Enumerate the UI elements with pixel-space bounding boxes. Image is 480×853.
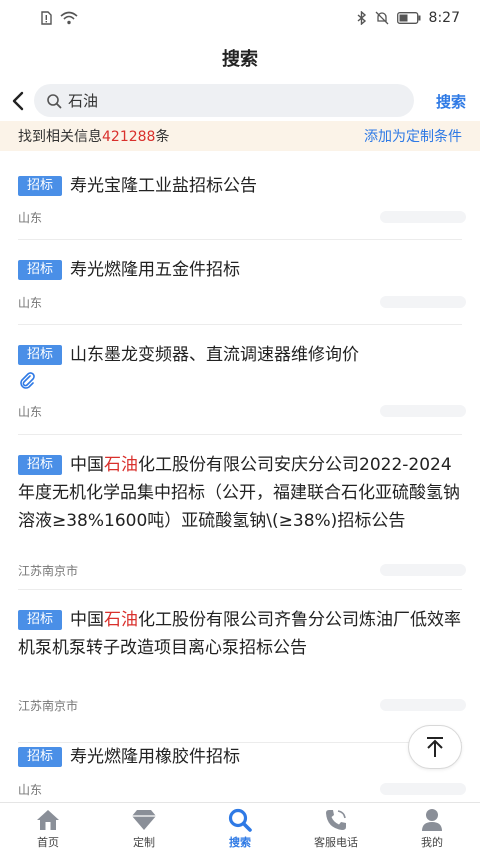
arrow-up-icon [427,737,443,757]
search-icon [47,93,62,108]
tab-label: 首页 [37,836,59,849]
item-title-text: 中国 [70,610,105,630]
status-left [40,11,78,25]
item-date-placeholder [380,564,466,576]
bottom-tab-bar: 首页 定制 搜索 客服电话 我的 [0,802,480,853]
result-info-bar: 找到相关信息421288条 添加为定制条件 [0,121,480,151]
search-box[interactable] [34,84,414,117]
item-region: 山东 [18,211,43,225]
item-title-highlight: 石油 [104,610,139,630]
diamond-icon [131,808,157,832]
search-button[interactable]: 搜索 [436,91,466,112]
battery-icon [396,12,421,24]
list-item[interactable]: 招标 中国石油化工股份有限公司齐鲁分公司炼油厂低效率机泵机泵转子改造项目离心泵招标… [0,590,480,743]
item-title: 招标 中国石油化工股份有限公司齐鲁分公司炼油厂低效率机泵机泵转子改造项目离心泵招标… [18,590,462,662]
add-custom-condition-link[interactable]: 添加为定制条件 [364,126,462,146]
tab-profile[interactable]: 我的 [384,803,480,853]
item-title: 招标 寿光宝隆工业盐招标公告 [18,156,462,200]
item-date-placeholder [380,296,466,308]
tab-label: 我的 [421,836,443,849]
tab-custom[interactable]: 定制 [96,803,192,853]
item-title-text: 寿光宝隆工业盐招标公告 [70,176,258,196]
back-button[interactable] [2,83,34,119]
tab-home[interactable]: 首页 [0,803,96,853]
tab-phone[interactable]: 客服电话 [288,803,384,853]
phone-icon [323,808,349,832]
result-count: 找到相关信息421288条 [18,126,169,146]
item-region: 江苏南京市 [18,564,79,578]
item-title-highlight: 石油 [104,455,139,475]
list-item[interactable]: 招标 中国石油化工股份有限公司安庆分公司2022-2024年度无机化学品集中招标（… [0,435,480,590]
item-tag: 招标 [18,610,63,630]
scroll-to-top-button[interactable] [408,725,462,769]
paperclip-icon [20,372,35,389]
result-count-suffix: 条 [155,129,170,145]
item-date-placeholder [380,405,466,417]
item-tag: 招标 [18,176,63,196]
item-title-text: 山东墨龙变频器、直流调速器维修询价 [70,345,360,365]
item-title-text: 寿光燃隆用橡胶件招标 [70,747,241,767]
tab-label: 定制 [133,836,155,849]
wifi-icon [60,11,78,25]
item-date-placeholder [380,783,466,795]
item-title: 招标 中国石油化工股份有限公司安庆分公司2022-2024年度无机化学品集中招标（… [18,435,462,535]
result-count-number: 421288 [102,129,156,145]
tab-label: 搜索 [229,836,251,849]
item-title: 招标 寿光燃隆用橡胶件招标 [18,743,462,771]
mute-icon [375,11,389,25]
item-tag: 招标 [18,455,63,475]
item-tag: 招标 [18,747,63,767]
status-bar: 8:27 [0,0,480,36]
list-item[interactable]: 招标 寿光燃隆用五金件招标 山东 [0,240,480,325]
item-tag: 招标 [18,260,63,280]
chevron-left-icon [12,91,24,111]
tab-label: 客服电话 [314,836,358,849]
item-title-text: 中国 [70,455,105,475]
list-item[interactable]: 招标 寿光宝隆工业盐招标公告 山东 [0,156,480,240]
result-count-prefix: 找到相关信息 [18,129,102,145]
item-title: 招标 寿光燃隆用五金件招标 [18,240,462,284]
item-region: 山东 [18,296,43,310]
item-tag: 招标 [18,345,63,365]
tab-search[interactable]: 搜索 [192,803,288,853]
item-date-placeholder [380,211,466,223]
item-region: 山东 [18,405,43,419]
search-icon [227,808,253,832]
search-row: 搜索 [0,83,480,119]
item-date-placeholder [380,699,466,711]
item-region: 江苏南京市 [18,699,79,713]
item-region: 山东 [18,783,43,797]
status-right: 8:27 [357,10,460,26]
list-item[interactable]: 招标 山东墨龙变频器、直流调速器维修询价 山东 [0,325,480,435]
home-icon [35,808,61,832]
page-title: 搜索 [222,49,258,70]
bluetooth-icon [357,11,366,25]
user-icon [419,808,445,832]
sim-alert-icon [41,11,52,25]
item-title: 招标 山东墨龙变频器、直流调速器维修询价 [18,325,462,389]
search-input[interactable] [68,91,368,110]
status-time: 8:27 [428,10,460,26]
item-title-text: 寿光燃隆用五金件招标 [70,260,241,280]
